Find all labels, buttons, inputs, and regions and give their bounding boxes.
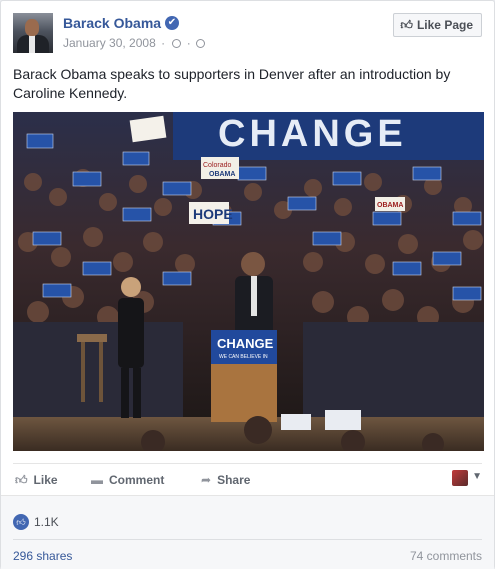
author-avatar[interactable] bbox=[13, 13, 53, 53]
post-actions-bar: 👍︎ Like ▬ Comment ➦ Share ▼ bbox=[13, 463, 482, 495]
comment-label: Comment bbox=[109, 473, 165, 487]
reactions-panel: 👍︎ 1.1K 296 shares 74 comments bbox=[1, 495, 494, 569]
like-count[interactable]: 1.1K bbox=[34, 514, 59, 530]
post-as-avatar[interactable] bbox=[452, 470, 468, 486]
thumbs-up-icon: 👍︎ bbox=[400, 18, 413, 32]
meta-separator: · bbox=[161, 36, 166, 50]
post-date[interactable]: January 30, 2008 bbox=[63, 36, 156, 50]
shares-link[interactable]: 296 shares bbox=[13, 549, 72, 563]
chevron-down-icon[interactable]: ▼ bbox=[472, 471, 482, 482]
post-card: Barack Obama ✔ January 30, 2008 · · 👍︎ Li… bbox=[0, 0, 495, 569]
like-reaction-icon[interactable]: 👍︎ bbox=[13, 514, 29, 530]
verified-badge-icon: ✔ bbox=[165, 16, 179, 30]
rally-scene: CHANGE Colorado OBAMA HOPE OBAMA CHANGE … bbox=[13, 112, 484, 451]
comment-button[interactable]: ▬ Comment bbox=[91, 473, 164, 487]
share-button[interactable]: ➦ Share bbox=[201, 473, 250, 487]
like-label: Like bbox=[33, 473, 58, 487]
like-page-button[interactable]: 👍︎ Like Page bbox=[393, 13, 482, 37]
meta-separator-2: · bbox=[186, 36, 191, 50]
like-page-label: Like Page bbox=[416, 18, 473, 32]
reactions-divider bbox=[13, 539, 482, 540]
post-caption: Barack Obama speaks to supporters in Den… bbox=[13, 66, 451, 101]
sign-colorado-text: Colorado bbox=[203, 162, 232, 169]
post-photo[interactable]: CHANGE Colorado OBAMA HOPE OBAMA CHANGE … bbox=[13, 112, 484, 451]
post-header: Barack Obama ✔ January 30, 2008 · · 👍︎ Li… bbox=[13, 13, 482, 55]
podium-change-text: CHANGE bbox=[217, 336, 274, 351]
podium-subtext: WE CAN BELIEVE IN bbox=[219, 354, 268, 360]
like-button[interactable]: 👍︎ Like bbox=[15, 473, 58, 488]
hope-sign-text: HOPE bbox=[193, 206, 233, 222]
author-name[interactable]: Barack Obama bbox=[63, 15, 161, 31]
share-arrow-icon: ➦ bbox=[201, 473, 212, 487]
avatar-shirt bbox=[29, 35, 35, 53]
post-meta: January 30, 2008 · · bbox=[63, 36, 206, 50]
globe-icon[interactable] bbox=[196, 39, 206, 48]
avatar-face bbox=[25, 19, 39, 36]
thumbs-up-icon: 👍︎ bbox=[15, 473, 28, 487]
share-label: Share bbox=[217, 473, 251, 487]
backdrop-change-text: CHANGE bbox=[218, 113, 407, 155]
sign-colorado-text-2: OBAMA bbox=[209, 171, 235, 178]
comments-link[interactable]: 74 comments bbox=[410, 549, 482, 563]
clock-icon bbox=[172, 39, 182, 48]
sign-obama-small-text: OBAMA bbox=[377, 202, 403, 209]
comment-bubble-icon: ▬ bbox=[91, 473, 103, 487]
